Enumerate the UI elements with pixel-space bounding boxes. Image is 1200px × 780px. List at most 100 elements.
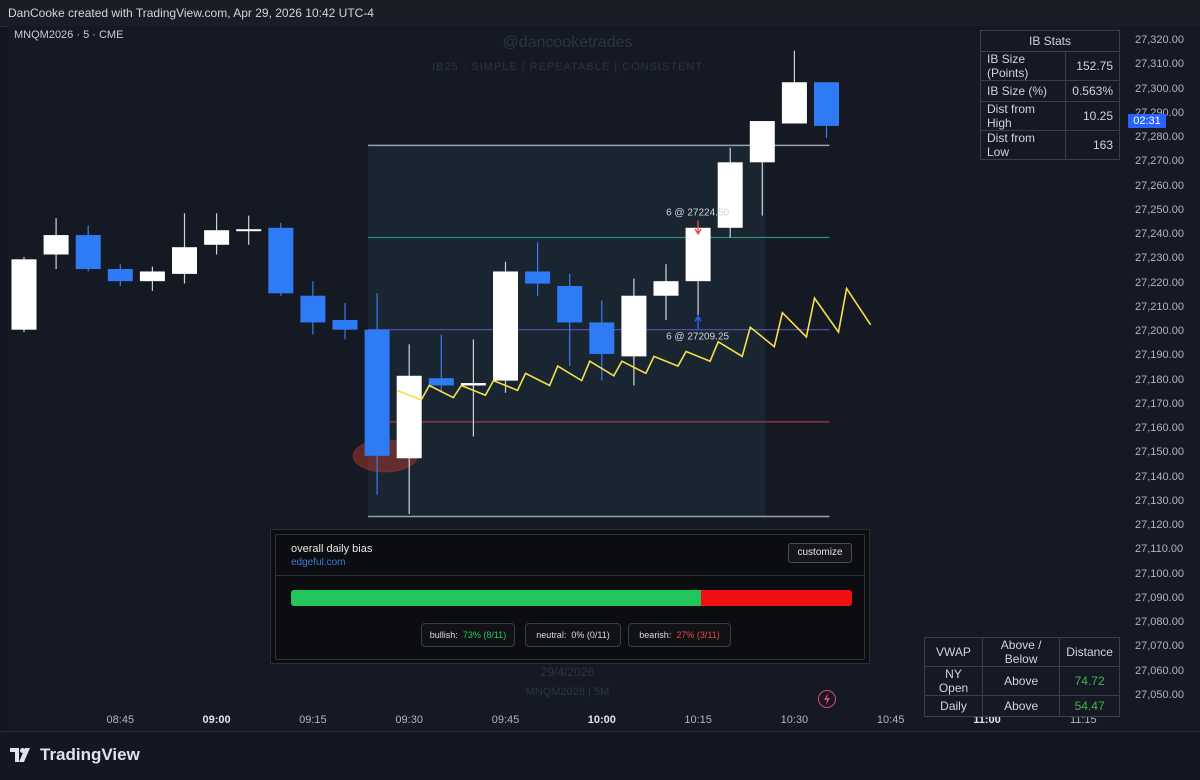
column-header: Above / Below — [981, 637, 1061, 667]
ib-stat-label: IB Size (Points) — [979, 51, 1067, 81]
table-row: Dist from Low 163 — [979, 130, 1120, 160]
tradingview-logo-icon — [10, 748, 30, 762]
price-tick-label: 27,210.00 — [1135, 300, 1184, 313]
price-tick-label: 27,180.00 — [1135, 373, 1184, 386]
price-tick-label: 27,050.00 — [1135, 689, 1184, 701]
price-tick-label: 27,310.00 — [1135, 58, 1184, 71]
table-header-row: VWAP Above / Below Distance — [924, 637, 1120, 667]
candle-body — [396, 375, 422, 459]
candle-body — [204, 230, 230, 245]
table-row: IB Size (Points) 152.75 — [979, 51, 1120, 81]
candle-body — [75, 235, 101, 270]
ib-stat-value: 152.75 — [1065, 51, 1120, 81]
ib-stat-label: IB Size (%) — [979, 80, 1067, 102]
daily-bias-panel: overall daily bias edgeful.com customize… — [270, 529, 870, 664]
customize-button[interactable]: customize — [788, 543, 852, 563]
price-tick-label: 27,240.00 — [1135, 228, 1184, 241]
bullish-pill: bullish: 73% (8/11) — [421, 623, 515, 647]
candle-body — [460, 383, 486, 386]
time-tick-label: 10:00 — [587, 714, 616, 726]
candle-body — [268, 227, 294, 294]
price-tick-label: 27,120.00 — [1135, 519, 1184, 532]
time-tick-label: 10:30 — [780, 714, 809, 726]
candle-body — [493, 271, 518, 381]
time-tick-label: 09:15 — [299, 714, 327, 726]
daily-bias-card: overall daily bias edgeful.com customize… — [275, 534, 865, 660]
price-tick-label: 27,220.00 — [1135, 276, 1184, 289]
price-tick-label: 27,280.00 — [1135, 131, 1184, 144]
vwap-distance: 74.72 — [1059, 666, 1120, 696]
price-tick-label: 27,250.00 — [1135, 203, 1184, 216]
ib-stats-title: IB Stats — [980, 30, 1120, 52]
column-header: VWAP — [924, 637, 983, 667]
lightning-icon[interactable] — [818, 690, 836, 708]
divider — [276, 575, 864, 576]
price-tick-label: 27,230.00 — [1135, 252, 1184, 265]
vwap-position: Above — [981, 666, 1061, 696]
vwap-position: Above — [981, 695, 1061, 717]
price-tick-label: 27,110.00 — [1135, 543, 1184, 556]
tradingview-brand: TradingView — [40, 745, 140, 764]
table-row: NY Open Above 74.72 — [924, 666, 1120, 696]
bias-bar — [291, 590, 852, 606]
candle-body — [300, 295, 326, 323]
ib-stats-table: IB Stats IB Size (Points) 152.75 IB Size … — [979, 30, 1120, 160]
tradingview-logo[interactable]: TradingView — [10, 745, 140, 765]
edgeful-link[interactable]: edgeful.com — [291, 557, 345, 568]
price-tick-label: 27,070.00 — [1135, 640, 1184, 653]
sell-annotation-label: 6 @ 27224.50 — [666, 208, 729, 219]
neutral-pill: neutral: 0% (0/11) — [525, 623, 621, 647]
buy-annotation-label: 6 @ 27209.25 — [666, 331, 729, 342]
candle-body — [653, 281, 679, 296]
price-tick-label: 27,170.00 — [1135, 397, 1184, 410]
price-tick-label: 27,150.00 — [1135, 446, 1184, 459]
candle-body — [525, 271, 551, 284]
price-tick-label: 27,270.00 — [1135, 155, 1184, 168]
candle-body — [621, 295, 647, 357]
candle-body — [139, 271, 165, 282]
candle-body — [814, 82, 839, 126]
candle-body — [428, 378, 454, 386]
time-tick-label: 08:45 — [106, 714, 135, 726]
footer-bar — [0, 731, 1200, 780]
price-tick-label: 27,090.00 — [1135, 591, 1184, 604]
column-header: Distance — [1059, 637, 1120, 667]
candle-body — [589, 322, 615, 354]
time-tick-label: 10:45 — [876, 714, 905, 726]
candle-body — [11, 259, 37, 330]
bearish-pill: bearish: 27% (3/11) — [628, 623, 731, 647]
bias-bar-bearish — [700, 590, 852, 606]
candle-body — [749, 121, 775, 163]
price-tick-label: 27,160.00 — [1135, 422, 1184, 435]
candle-body — [364, 329, 390, 456]
ib-stat-value: 0.563% — [1065, 80, 1120, 102]
ib-stat-value: 163 — [1065, 130, 1120, 160]
candle-body — [557, 286, 583, 323]
pill-label: neutral: — [536, 630, 567, 640]
price-tick-label: 27,200.00 — [1135, 325, 1184, 338]
price-tick-label: 27,300.00 — [1135, 82, 1184, 95]
candle-body — [43, 235, 69, 255]
candle-body — [332, 319, 358, 330]
pill-label: bearish: — [639, 630, 672, 640]
time-tick-label: 09:45 — [491, 714, 520, 726]
table-row: IB Size (%) 0.563% — [979, 80, 1120, 102]
time-tick-label: 09:30 — [395, 714, 423, 726]
vwap-row-label: NY Open — [924, 666, 983, 696]
table-row: Dist from High 10.25 — [979, 101, 1120, 131]
vwap-row-label: Daily — [924, 695, 983, 717]
bias-title: overall daily bias — [291, 543, 373, 555]
bias-bar-bullish — [291, 590, 701, 606]
vwap-distance: 54.47 — [1059, 695, 1120, 717]
price-tick-label: 27,060.00 — [1135, 664, 1184, 677]
candle-body — [236, 229, 262, 232]
pill-value: 0% (0/11) — [571, 630, 610, 640]
price-tick-label: 27,140.00 — [1135, 470, 1184, 483]
price-tick-label: 27,320.00 — [1135, 34, 1184, 46]
price-tick-label: 27,260.00 — [1135, 179, 1184, 192]
candle-body — [685, 227, 711, 282]
price-countdown-tag: 02:31 — [1128, 114, 1166, 128]
table-row: Daily Above 54.47 — [924, 695, 1120, 717]
price-tick-label: 27,080.00 — [1135, 616, 1184, 629]
time-tick-label: 10:15 — [684, 714, 712, 726]
